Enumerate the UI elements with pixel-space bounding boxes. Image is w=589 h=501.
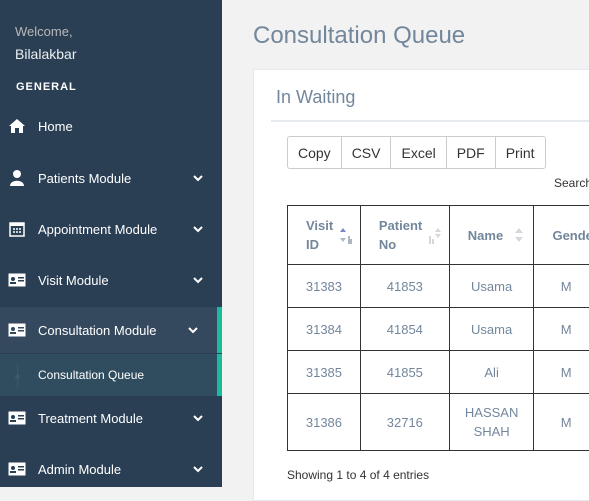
sidebar-item-label: Treatment Module xyxy=(38,411,192,426)
cell-visit-id: 31386 xyxy=(288,394,361,451)
welcome-text: Welcome, xyxy=(15,24,73,39)
export-button-group: Copy CSV Excel PDF Print xyxy=(287,136,546,169)
cell-gender: M xyxy=(534,308,589,351)
column-header-patient-no[interactable]: Patient No xyxy=(360,206,449,265)
cell-visit-id: 31384 xyxy=(288,308,361,351)
sidebar-item-label: Appointment Module xyxy=(38,222,192,237)
sidebar-item-visit[interactable]: Visit Module xyxy=(0,255,222,305)
csv-button[interactable]: CSV xyxy=(341,136,392,169)
id-card-icon xyxy=(8,271,26,289)
sidebar-item-label: Patients Module xyxy=(38,171,192,186)
header-label: Gender xyxy=(552,228,589,243)
sidebar: Welcome, Bilalakbar GENERAL Home Patient… xyxy=(0,0,222,487)
submenu-item-consultation-queue[interactable]: Consultation Queue xyxy=(38,368,144,382)
waiting-panel: In Waiting Copy CSV Excel PDF Print Sear… xyxy=(253,69,589,501)
print-button[interactable]: Print xyxy=(495,136,546,169)
sidebar-item-label: Admin Module xyxy=(38,462,192,477)
sidebar-item-label: Home xyxy=(38,119,222,134)
chevron-down-icon xyxy=(192,277,204,284)
chevron-down-icon xyxy=(192,175,204,182)
table-row[interactable]: 31384 41854 Usama M xyxy=(288,308,589,351)
cell-name: Ali xyxy=(449,351,534,394)
table-row[interactable]: 31385 41855 Ali M xyxy=(288,351,589,394)
cell-gender: M xyxy=(534,351,589,394)
page-title: Consultation Queue xyxy=(253,22,465,50)
column-header-gender[interactable]: Gender xyxy=(534,206,589,265)
cell-name: Usama xyxy=(449,308,534,351)
menu-section-title: GENERAL xyxy=(16,81,77,93)
user-icon xyxy=(8,169,26,187)
copy-button[interactable]: Copy xyxy=(287,136,342,169)
sidebar-item-home[interactable]: Home xyxy=(0,101,222,151)
table-row[interactable]: 31386 32716 HASSAN SHAH M xyxy=(288,394,589,451)
cell-patient-no: 32716 xyxy=(360,394,449,451)
cell-name: HASSAN SHAH xyxy=(449,394,534,451)
table-row[interactable]: 31383 41853 Usama M xyxy=(288,265,589,308)
username: Bilalakbar xyxy=(15,46,76,62)
sidebar-item-patients[interactable]: Patients Module xyxy=(0,153,222,203)
excel-button[interactable]: Excel xyxy=(390,136,446,169)
cell-visit-id: 31383 xyxy=(288,265,361,308)
column-header-visit-id[interactable]: Visit ID xyxy=(288,206,361,265)
column-header-name[interactable]: Name xyxy=(449,206,534,265)
table-info: Showing 1 to 4 of 4 entries xyxy=(287,468,429,482)
sidebar-item-label: Visit Module xyxy=(38,273,192,288)
chevron-down-icon xyxy=(192,466,204,473)
cell-visit-id: 31385 xyxy=(288,351,361,394)
submenu-consultation: Consultation Queue xyxy=(0,354,222,396)
pdf-button[interactable]: PDF xyxy=(446,136,496,169)
calendar-icon xyxy=(8,220,26,238)
sidebar-item-treatment[interactable]: Treatment Module xyxy=(0,393,222,443)
cell-gender: M xyxy=(534,265,589,308)
panel-title: In Waiting xyxy=(276,87,355,108)
sidebar-item-appointment[interactable]: Appointment Module xyxy=(0,204,222,254)
submenu-dot xyxy=(15,374,20,379)
chevron-down-icon xyxy=(192,226,204,233)
queue-table: Visit ID Patient No xyxy=(287,205,589,451)
cell-patient-no: 41853 xyxy=(360,265,449,308)
sort-ascending-icon xyxy=(340,228,352,249)
sort-icon xyxy=(513,228,525,249)
home-icon xyxy=(8,117,26,135)
chevron-down-icon xyxy=(187,327,199,334)
chevron-down-icon xyxy=(192,415,204,422)
cell-gender: M xyxy=(534,394,589,451)
cell-patient-no: 41855 xyxy=(360,351,449,394)
divider xyxy=(271,120,589,122)
sidebar-item-label: Consultation Module xyxy=(38,323,187,338)
sort-icon xyxy=(429,228,441,249)
id-card-icon xyxy=(8,321,26,339)
sidebar-item-consultation[interactable]: Consultation Module xyxy=(0,307,222,353)
cell-name: Usama xyxy=(449,265,534,308)
id-card-icon xyxy=(8,460,26,478)
id-card-icon xyxy=(8,409,26,427)
cell-patient-no: 41854 xyxy=(360,308,449,351)
search-label: Search xyxy=(554,176,589,190)
